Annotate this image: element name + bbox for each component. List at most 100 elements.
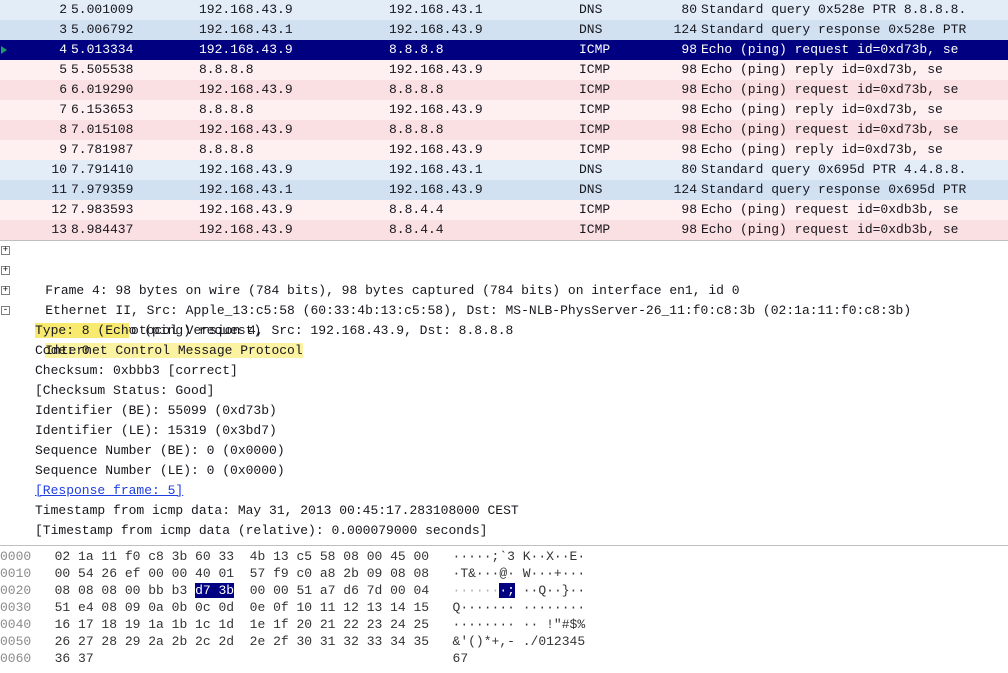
col-destination: 8.8.8.8 <box>389 120 579 140</box>
col-protocol: DNS <box>579 20 659 40</box>
col-length: 98 <box>659 100 699 120</box>
detail-id-le[interactable]: Identifier (LE): 15319 (0x3bd7) <box>0 421 1008 441</box>
detail-code[interactable]: Code: 0 <box>0 341 1008 361</box>
col-protocol: DNS <box>579 0 659 20</box>
row-marker-icon <box>0 0 13 20</box>
col-no: 8 <box>13 120 69 140</box>
detail-seq-be[interactable]: Sequence Number (BE): 0 (0x0000) <box>0 441 1008 461</box>
hex-offset: 0000 <box>0 549 31 564</box>
col-no: 12 <box>13 200 69 220</box>
col-no: 3 <box>13 20 69 40</box>
hex-line[interactable]: 0040 16 17 18 19 1a 1b 1c 1d 1e 1f 20 21… <box>0 616 1008 633</box>
col-info: Echo (ping) request id=0xdb3b, se <box>699 200 1008 220</box>
col-destination: 192.168.43.9 <box>389 180 579 200</box>
detail-response-link[interactable]: [Response frame: 5] <box>0 481 1008 501</box>
col-length: 98 <box>659 220 699 240</box>
packet-row[interactable]: 66.019290192.168.43.98.8.8.8ICMP98Echo (… <box>0 80 1008 100</box>
packet-row[interactable]: 127.983593192.168.43.98.8.4.4ICMP98Echo … <box>0 200 1008 220</box>
row-marker-icon <box>0 100 13 120</box>
row-marker-icon <box>0 140 13 160</box>
detail-timestamp[interactable]: Timestamp from icmp data: May 31, 2013 0… <box>0 501 1008 521</box>
packet-row[interactable]: 138.984437192.168.43.98.8.4.4ICMP98Echo … <box>0 220 1008 240</box>
row-marker-icon <box>0 160 13 180</box>
expand-icon[interactable]: + <box>1 246 10 255</box>
detail-type[interactable]: Type: 8 (Echo (ping) request) <box>0 321 1008 341</box>
detail-id-be[interactable]: Identifier (BE): 55099 (0xd73b) <box>0 401 1008 421</box>
detail-icmp[interactable]: - Internet Control Message Protocol <box>0 301 1008 321</box>
col-time: 7.015108 <box>69 120 199 140</box>
col-info: Standard query 0x528e PTR 8.8.8.8. <box>699 0 1008 20</box>
col-info: Standard query response 0x528e PTR <box>699 20 1008 40</box>
col-time: 7.979359 <box>69 180 199 200</box>
col-length: 98 <box>659 40 699 60</box>
packet-row[interactable]: 55.5055388.8.8.8192.168.43.9ICMP98Echo (… <box>0 60 1008 80</box>
packet-row[interactable]: 25.001009192.168.43.9192.168.43.1DNS80St… <box>0 0 1008 20</box>
hex-line[interactable]: 0000 02 1a 11 f0 c8 3b 60 33 4b 13 c5 58… <box>0 548 1008 565</box>
packet-row[interactable]: 35.006792192.168.43.1192.168.43.9DNS124S… <box>0 20 1008 40</box>
packet-row[interactable]: 45.013334192.168.43.98.8.8.8ICMP98Echo (… <box>0 40 1008 60</box>
col-length: 98 <box>659 140 699 160</box>
col-length: 124 <box>659 180 699 200</box>
col-source: 192.168.43.9 <box>199 40 389 60</box>
row-marker-icon <box>0 20 13 40</box>
col-info: Standard query response 0x695d PTR <box>699 180 1008 200</box>
col-info: Echo (ping) request id=0xd73b, se <box>699 120 1008 140</box>
col-no: 5 <box>13 60 69 80</box>
col-time: 8.984437 <box>69 220 199 240</box>
col-time: 7.791410 <box>69 160 199 180</box>
detail-frame[interactable]: + Frame 4: 98 bytes on wire (784 bits), … <box>0 241 1008 261</box>
expand-icon[interactable]: + <box>1 286 10 295</box>
col-no: 13 <box>13 220 69 240</box>
detail-checksum[interactable]: Checksum: 0xbbb3 [correct] <box>0 361 1008 381</box>
hex-line[interactable]: 0050 26 27 28 29 2a 2b 2c 2d 2e 2f 30 31… <box>0 633 1008 650</box>
col-length: 98 <box>659 120 699 140</box>
packet-list: 25.001009192.168.43.9192.168.43.1DNS80St… <box>0 0 1008 240</box>
packet-row[interactable]: 97.7819878.8.8.8192.168.43.9ICMP98Echo (… <box>0 140 1008 160</box>
row-marker-icon <box>0 40 13 60</box>
col-source: 192.168.43.9 <box>199 120 389 140</box>
col-info: Echo (ping) reply id=0xd73b, se <box>699 140 1008 160</box>
col-source: 192.168.43.9 <box>199 160 389 180</box>
col-info: Echo (ping) request id=0xd73b, se <box>699 80 1008 100</box>
col-source: 192.168.43.9 <box>199 220 389 240</box>
detail-ethernet[interactable]: + Ethernet II, Src: Apple_13:c5:58 (60:3… <box>0 261 1008 281</box>
col-info: Echo (ping) reply id=0xd73b, se <box>699 60 1008 80</box>
detail-ip[interactable]: + Internet Protocol Version 4, Src: 192.… <box>0 281 1008 301</box>
col-protocol: DNS <box>579 180 659 200</box>
col-length: 80 <box>659 0 699 20</box>
col-destination: 192.168.43.9 <box>389 100 579 120</box>
col-info: Echo (ping) request id=0xdb3b, se <box>699 220 1008 240</box>
packet-row[interactable]: 117.979359192.168.43.1192.168.43.9DNS124… <box>0 180 1008 200</box>
hex-line[interactable]: 0010 00 54 26 ef 00 00 40 01 57 f9 c0 a8… <box>0 565 1008 582</box>
col-destination: 192.168.43.1 <box>389 160 579 180</box>
row-marker-icon <box>0 120 13 140</box>
hex-offset: 0040 <box>0 617 31 632</box>
collapse-icon[interactable]: - <box>1 306 10 315</box>
hex-offset: 0020 <box>0 583 31 598</box>
detail-checksum-status[interactable]: [Checksum Status: Good] <box>0 381 1008 401</box>
packet-row[interactable]: 76.1536538.8.8.8192.168.43.9ICMP98Echo (… <box>0 100 1008 120</box>
col-source: 8.8.8.8 <box>199 60 389 80</box>
row-marker-icon <box>0 80 13 100</box>
col-protocol: ICMP <box>579 200 659 220</box>
hex-line[interactable]: 0020 08 08 08 00 bb b3 d7 3b 00 00 51 a7… <box>0 582 1008 599</box>
col-time: 6.019290 <box>69 80 199 100</box>
packet-row[interactable]: 107.791410192.168.43.9192.168.43.1DNS80S… <box>0 160 1008 180</box>
col-no: 9 <box>13 140 69 160</box>
col-protocol: ICMP <box>579 80 659 100</box>
col-protocol: ICMP <box>579 60 659 80</box>
col-length: 98 <box>659 80 699 100</box>
col-length: 98 <box>659 200 699 220</box>
col-no: 10 <box>13 160 69 180</box>
expand-icon[interactable]: + <box>1 266 10 275</box>
detail-seq-le[interactable]: Sequence Number (LE): 0 (0x0000) <box>0 461 1008 481</box>
col-destination: 8.8.4.4 <box>389 200 579 220</box>
detail-timestamp-rel[interactable]: [Timestamp from icmp data (relative): 0.… <box>0 521 1008 541</box>
hex-dump: 0000 02 1a 11 f0 c8 3b 60 33 4b 13 c5 58… <box>0 545 1008 667</box>
hex-line[interactable]: 0030 51 e4 08 09 0a 0b 0c 0d 0e 0f 10 11… <box>0 599 1008 616</box>
hex-line[interactable]: 0060 36 37 67 <box>0 650 1008 667</box>
col-info: Standard query 0x695d PTR 4.4.8.8. <box>699 160 1008 180</box>
packet-row[interactable]: 87.015108192.168.43.98.8.8.8ICMP98Echo (… <box>0 120 1008 140</box>
row-marker-icon <box>0 180 13 200</box>
col-protocol: ICMP <box>579 120 659 140</box>
